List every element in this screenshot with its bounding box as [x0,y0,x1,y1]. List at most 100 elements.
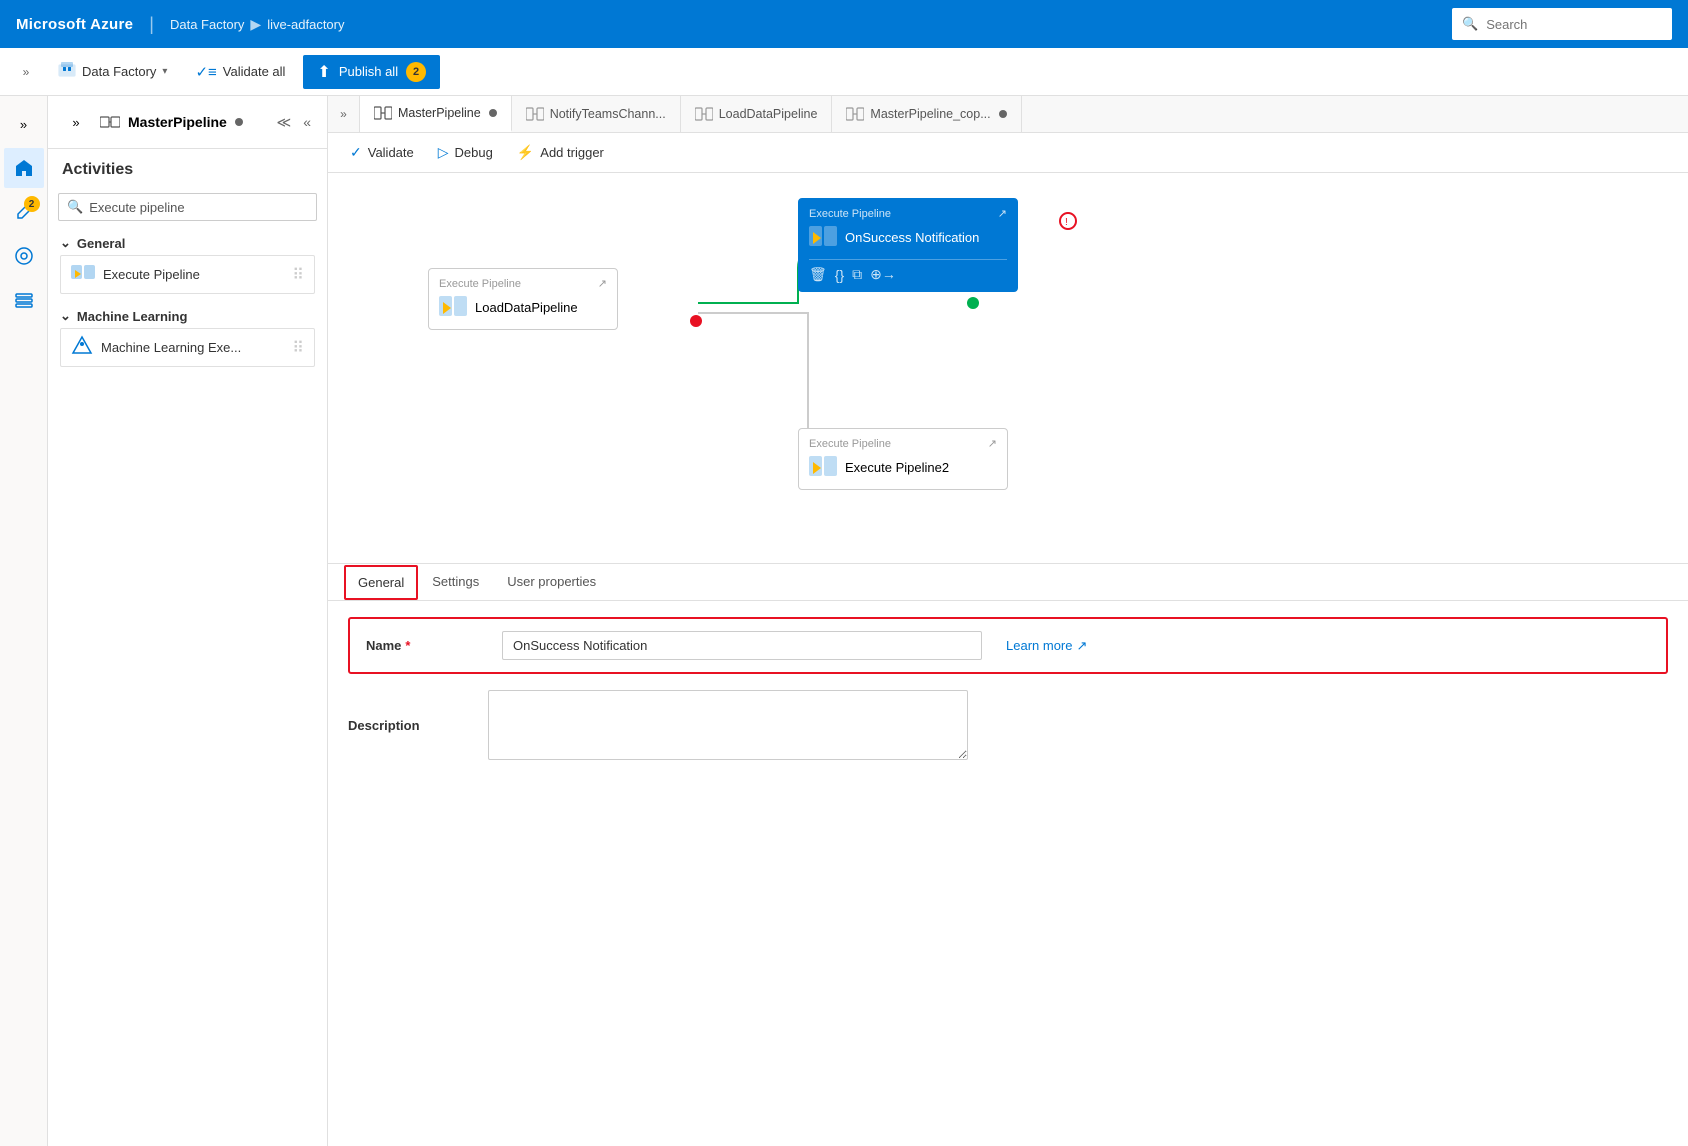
search-icon: 🔍 [1462,16,1478,32]
chevron-down-icon: ⌄ [60,235,71,251]
toolbar-collapse-btn[interactable]: » [12,58,40,86]
search-box[interactable]: 🔍 [1452,8,1672,40]
node3-name: Execute Pipeline2 [845,460,949,475]
node1-name: LoadDataPipeline [475,300,578,315]
node2-code-icon[interactable]: {} [835,267,844,283]
category-general-label: General [77,236,125,251]
node3-execute-icon [809,454,837,481]
learn-more-label: Learn more [1006,638,1072,653]
node-execute-pipeline2[interactable]: Execute Pipeline ↗ Execute Pipeline2 [798,428,1008,490]
breadcrumb-live-adfactory[interactable]: live-adfactory [267,17,344,32]
name-label: Name [366,638,401,653]
add-trigger-button[interactable]: ⚡ Add trigger [507,139,614,166]
sidebar-item-home[interactable] [4,148,44,188]
tab-expand-btn[interactable]: » [328,96,360,132]
tab-master-dot [489,109,497,117]
azure-topbar: Microsoft Azure | Data Factory ▶ live-ad… [0,0,1688,48]
pipeline-icon [100,115,120,129]
ml-execute-icon [71,335,93,360]
prop-tab-settings[interactable]: Settings [418,564,493,601]
category-general-header[interactable]: ⌄ General [60,235,315,251]
node3-body: Execute Pipeline2 [809,454,997,481]
drag-icon: ⠿ [292,265,304,285]
sidebar-item-monitor[interactable] [4,236,44,276]
activities-title: Activities [62,161,133,178]
tab-load-icon [695,107,713,121]
prop-tab-general[interactable]: General [344,565,418,600]
tab-notify-label: NotifyTeamsChann... [550,107,666,121]
node1-execute-icon [439,294,467,321]
add-trigger-btn-label: Add trigger [540,145,604,160]
activities-search-input[interactable] [89,200,308,215]
tab-copy-dot [999,110,1007,118]
node-load-data-pipeline[interactable]: Execute Pipeline ↗ LoadDataPipeline [428,268,618,330]
name-label-container: Name * [366,638,486,653]
node1-external-link-icon[interactable]: ↗ [598,277,607,290]
search-input[interactable] [1486,17,1662,32]
tab-notify[interactable]: NotifyTeamsChann... [512,96,681,132]
publish-all-button[interactable]: ⬆ Publish all 2 [303,55,440,89]
prop-tab-general-label: General [358,575,404,590]
node3-header-label: Execute Pipeline [809,438,891,450]
learn-more-link[interactable]: Learn more ↗ [1006,638,1087,654]
properties-content: Name * Learn more ↗ Description [328,601,1688,792]
node2-link-icon[interactable]: ⊕→ [870,266,896,283]
activities-search-icon: 🔍 [67,199,83,215]
activity-ml-execute[interactable]: Machine Learning Exe... ⠿ [60,328,315,367]
tab-master-pipeline[interactable]: MasterPipeline [360,96,512,132]
expand-icon: » [20,117,27,132]
breadcrumb-data-factory[interactable]: Data Factory [170,17,244,32]
node2-body: OnSuccess Notification [809,224,1007,251]
tab-copy-label: MasterPipeline_cop... [870,107,990,121]
publish-badge: 2 [406,62,426,82]
learn-more-external-icon: ↗ [1076,638,1087,654]
debug-button[interactable]: ▷ Debug [428,139,503,166]
sidebar-item-manage[interactable] [4,280,44,320]
description-label: Description [348,718,420,733]
category-general: ⌄ General Execute Pipeline ⠿ [48,229,327,302]
activity-ml-label: Machine Learning Exe... [101,340,241,355]
tab-pipeline-icon [374,106,392,120]
chevron-right-icon: » [23,65,30,79]
name-input[interactable] [502,631,982,660]
activities-title-row: Activities [48,149,327,185]
collapse-single-btn[interactable]: « [299,112,315,133]
node2-copy-icon[interactable]: ⧉ [852,266,862,283]
node2-execute-icon [809,224,837,251]
validate-button[interactable]: ✓ Validate [340,139,424,166]
node2-delete-icon[interactable]: 🗑 [809,266,827,283]
canvas-area[interactable]: ! Execute Pipeline ↗ LoadDat [328,173,1688,563]
validate-checkmark-icon: ✓ [350,144,362,161]
node-onsuccess-notification[interactable]: Execute Pipeline ↗ OnSuccess Notificatio… [798,198,1018,292]
node3-external-link-icon[interactable]: ↗ [988,437,997,450]
sidebar-expand-btn[interactable]: » [4,104,44,144]
tab-master-copy[interactable]: MasterPipeline_cop... [832,96,1021,132]
activity-execute-pipeline[interactable]: Execute Pipeline ⠿ [60,255,315,294]
activities-search-box[interactable]: 🔍 [58,193,317,221]
prop-tab-user-props[interactable]: User properties [493,564,610,601]
tab-load[interactable]: LoadDataPipeline [681,96,833,132]
drag-icon-ml: ⠿ [292,338,304,358]
category-ml-header[interactable]: ⌄ Machine Learning [60,308,315,324]
description-textarea[interactable] [488,690,968,760]
node2-name: OnSuccess Notification [845,230,979,245]
node2-external-link-icon[interactable]: ↗ [998,207,1007,220]
prop-tab-settings-label: Settings [432,574,479,589]
node3-header: Execute Pipeline ↗ [809,437,997,450]
factory-selector[interactable]: Data Factory ▾ [48,54,177,89]
sidebar-item-edit[interactable]: 2 [4,192,44,232]
tab-notify-icon [526,107,544,121]
activities-panel: » MasterPipeline ≪ « Activities [48,96,328,1146]
edit-badge: 2 [24,196,40,212]
node2-header-label: Execute Pipeline [809,208,891,220]
panel-expand-btn[interactable]: » [60,106,92,138]
topbar-separator: | [149,14,154,35]
activities-panel-header: » MasterPipeline ≪ « [48,96,327,149]
topbar-breadcrumb: Data Factory ▶ live-adfactory [170,16,345,33]
expand-double-icon: » [72,115,79,130]
validate-all-button[interactable]: ✓≡ Validate all [185,57,295,87]
debug-btn-label: Debug [455,145,493,160]
activity-execute-pipeline-label: Execute Pipeline [103,267,200,282]
name-required-marker: * [405,638,410,653]
collapse-activities-btn[interactable]: ≪ [273,112,296,133]
